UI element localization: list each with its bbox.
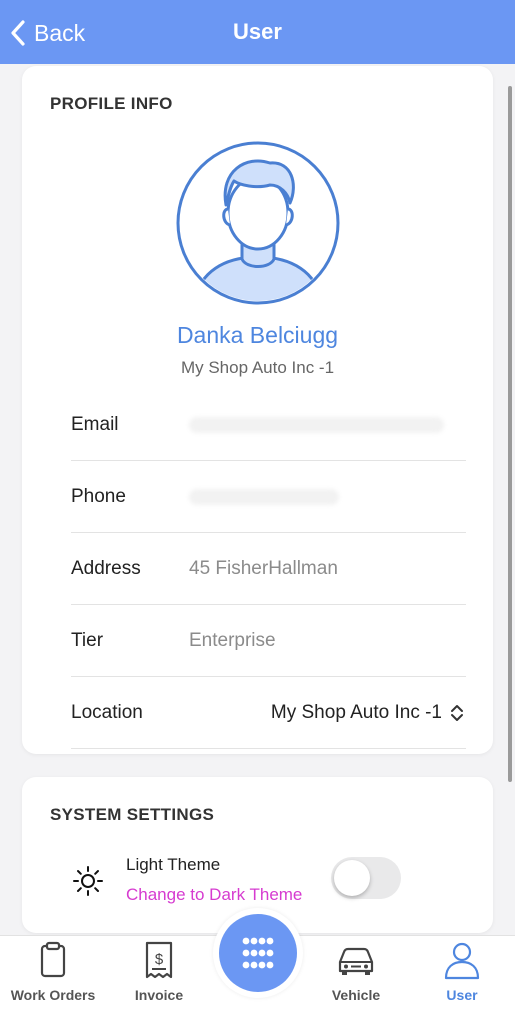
email-label: Email	[71, 413, 119, 435]
location-value: My Shop Auto Inc -1	[270, 701, 442, 723]
tab-label: Invoice	[134, 987, 184, 1003]
top-nav-bar: Back User	[0, 0, 515, 64]
profile-info-card: PROFILE INFO Danka Belciugg My Shop Auto…	[22, 66, 493, 754]
user-company: My Shop Auto Inc -1	[180, 358, 335, 377]
car-icon	[338, 947, 374, 975]
tab-label: Work Orders	[10, 987, 96, 1003]
profile-info-heading: PROFILE INFO	[50, 94, 173, 113]
tab-label: User	[446, 987, 478, 1003]
address-label: Address	[71, 557, 141, 579]
tier-row: Tier Enterprise	[71, 605, 466, 677]
back-button[interactable]: Back	[10, 15, 85, 51]
chevron-left-icon	[11, 20, 25, 46]
center-menu-button[interactable]	[213, 908, 303, 998]
phone-row: Phone	[71, 461, 466, 533]
system-settings-heading: SYSTEM SETTINGS	[50, 805, 215, 824]
location-label: Location	[71, 701, 143, 723]
tab-invoice[interactable]: $ Invoice	[106, 936, 212, 1024]
tier-label: Tier	[71, 629, 104, 651]
location-row: Location My Shop Auto Inc -1	[71, 677, 466, 749]
receipt-icon: $	[145, 941, 173, 979]
tab-vehicle[interactable]: Vehicle	[303, 936, 409, 1024]
email-row: Email	[71, 389, 466, 461]
sun-icon	[73, 866, 103, 896]
change-theme-link[interactable]: Change to Dark Theme	[126, 885, 302, 905]
tab-label: Vehicle	[331, 987, 381, 1003]
chevron-up-down-icon	[451, 704, 463, 721]
tab-work-orders[interactable]: Work Orders	[0, 936, 106, 1024]
email-value-redacted	[189, 416, 444, 433]
phone-label: Phone	[71, 485, 126, 507]
theme-title: Light Theme	[126, 855, 221, 874]
svg-text:$: $	[155, 951, 164, 968]
tab-user[interactable]: User	[409, 936, 515, 1024]
avatar	[176, 141, 340, 305]
page-title: User	[233, 19, 282, 44]
scroll-indicator[interactable]	[508, 86, 512, 782]
center-menu-button-inner	[219, 914, 297, 992]
back-label: Back	[34, 19, 86, 46]
clipboard-icon	[40, 941, 66, 978]
address-row: Address 45 FisherHallman	[71, 533, 466, 605]
user-icon	[444, 942, 480, 980]
toggle-knob	[334, 860, 370, 896]
grid-dots-icon	[242, 937, 274, 969]
phone-value-redacted	[189, 488, 339, 505]
tier-value: Enterprise	[189, 629, 276, 651]
address-value: 45 FisherHallman	[189, 557, 338, 579]
location-selector[interactable]: My Shop Auto Inc -1	[271, 702, 464, 724]
user-name: Danka Belciugg	[176, 322, 339, 348]
dark-theme-toggle[interactable]	[331, 857, 401, 899]
